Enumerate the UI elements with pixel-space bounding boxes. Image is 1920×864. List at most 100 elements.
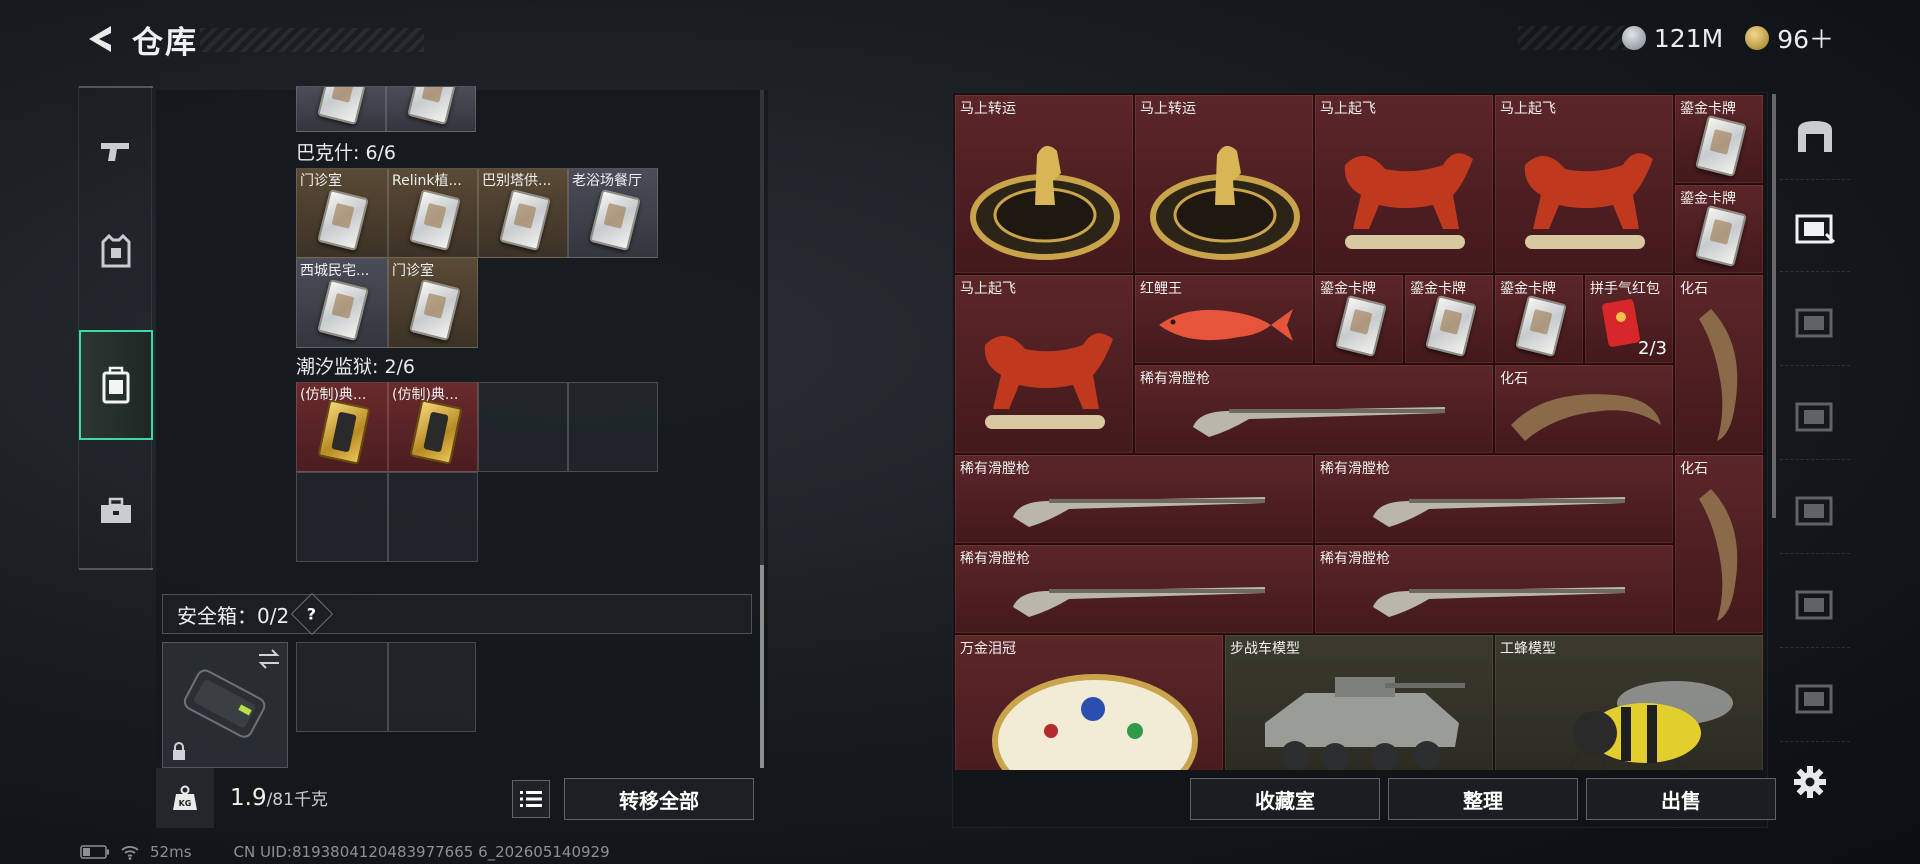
list-view-button[interactable] bbox=[512, 780, 550, 818]
item-name: 步战车模型 bbox=[1230, 641, 1300, 657]
warehouse-item[interactable]: 稀有滑膛枪 bbox=[1134, 364, 1494, 454]
category-rail bbox=[78, 86, 153, 570]
warehouse-item[interactable]: 工蜂模型 bbox=[1494, 634, 1764, 770]
gold-coin-icon bbox=[1745, 26, 1770, 50]
tab-toolbox[interactable] bbox=[79, 456, 153, 566]
backpack-item[interactable] bbox=[296, 86, 386, 132]
card-icon bbox=[317, 278, 369, 342]
backpack-item[interactable]: 巴别塔供... bbox=[478, 168, 568, 258]
item-name: (仿制)典... bbox=[392, 387, 459, 403]
item-name: 稀有滑膛枪 bbox=[1140, 371, 1210, 387]
group-label-bakesh: 巴克什: 6/6 bbox=[296, 142, 397, 164]
warehouse-item[interactable]: 化石 bbox=[1494, 364, 1674, 454]
organize-button[interactable]: 整理 bbox=[1388, 778, 1578, 820]
warehouse-scrollbar[interactable] bbox=[1772, 94, 1776, 518]
warehouse-item[interactable]: 鎏金卡牌 bbox=[1494, 274, 1584, 364]
warehouse-item[interactable]: 鎏金卡牌 bbox=[1674, 94, 1764, 184]
item-name: 门诊室 bbox=[392, 263, 434, 279]
safebox-help-button[interactable]: ? bbox=[290, 592, 334, 636]
backpack-item[interactable]: (仿制)典... bbox=[296, 382, 388, 472]
empty-slot[interactable] bbox=[388, 472, 478, 562]
item-name: 巴别塔供... bbox=[482, 173, 552, 189]
fossil-claw-icon bbox=[1511, 394, 1661, 441]
backpack-icon bbox=[102, 366, 130, 404]
item-name: 鎏金卡牌 bbox=[1410, 281, 1466, 297]
backpack-item[interactable]: 老浴场餐厅 bbox=[568, 168, 658, 258]
empty-slot[interactable] bbox=[568, 382, 658, 472]
weight-max: /81千克 bbox=[266, 790, 328, 810]
item-name: 拼手气红包 bbox=[1590, 281, 1660, 297]
item-name: 稀有滑膛枪 bbox=[1320, 551, 1390, 567]
warehouse-item[interactable]: 万金泪冠 bbox=[954, 634, 1224, 770]
storage-tab-box-6[interactable] bbox=[1780, 654, 1850, 742]
back-button[interactable] bbox=[78, 18, 122, 60]
warehouse-item[interactable]: 步战车模型 bbox=[1224, 634, 1494, 770]
backpack-scroll-thumb[interactable] bbox=[760, 565, 764, 770]
fortune-medallion-icon bbox=[970, 145, 1120, 260]
item-name: 马上起飞 bbox=[1500, 101, 1556, 117]
storage-tab-box-1[interactable] bbox=[1780, 184, 1850, 272]
empty-slot[interactable] bbox=[296, 472, 388, 562]
card-icon bbox=[409, 278, 461, 342]
warehouse-item[interactable]: 马上起飞 bbox=[954, 274, 1134, 454]
backpack-item[interactable]: Relink植... bbox=[388, 168, 478, 258]
item-count: 2/3 bbox=[1638, 338, 1667, 359]
warehouse-item[interactable]: 稀有滑膛枪 bbox=[954, 544, 1314, 634]
musket-icon bbox=[1373, 587, 1625, 617]
warehouse-item[interactable]: 鎏金卡牌 bbox=[1314, 274, 1404, 364]
transfer-all-button[interactable]: 转移全部 bbox=[564, 778, 754, 820]
storage-box-icon bbox=[1795, 402, 1833, 431]
warehouse-item[interactable]: 拼手气红包 2/3 bbox=[1584, 274, 1674, 364]
backpack-item[interactable]: 门诊室 bbox=[388, 258, 478, 348]
musket-icon bbox=[1013, 497, 1265, 527]
card-icon bbox=[317, 188, 369, 252]
storage-tab-box-5[interactable] bbox=[1780, 560, 1850, 648]
ping-value: 52ms bbox=[150, 843, 192, 861]
warehouse-item[interactable]: 马上转运 bbox=[954, 94, 1134, 274]
musket-icon bbox=[1013, 587, 1265, 617]
warehouse-item[interactable]: 马上起飞 bbox=[1494, 94, 1674, 274]
red-carp-icon bbox=[1159, 309, 1293, 341]
backpack-item[interactable] bbox=[386, 86, 476, 132]
worker-bee-model-icon bbox=[1565, 681, 1733, 770]
warehouse-item[interactable]: 稀有滑膛枪 bbox=[954, 454, 1314, 544]
storage-tab-box-3[interactable] bbox=[1780, 372, 1850, 460]
item-name: 门诊室 bbox=[300, 173, 342, 189]
safebox-slot[interactable] bbox=[388, 642, 476, 732]
fossil-claw-icon bbox=[1699, 309, 1738, 441]
tab-weapons[interactable] bbox=[79, 96, 153, 206]
tab-backpack[interactable] bbox=[79, 330, 153, 440]
tab-armor[interactable] bbox=[79, 196, 153, 306]
backpack-item[interactable]: 门诊室 bbox=[296, 168, 388, 258]
sell-button[interactable]: 出售 bbox=[1586, 778, 1776, 820]
storage-tab-main[interactable] bbox=[1780, 92, 1850, 180]
item-name: 化石 bbox=[1680, 281, 1708, 297]
safebox-slot[interactable] bbox=[296, 642, 388, 732]
help-icon: ? bbox=[307, 604, 317, 624]
list-icon bbox=[520, 791, 542, 807]
safebox-label: 安全箱：0/2 bbox=[177, 603, 290, 628]
item-name: 化石 bbox=[1680, 461, 1708, 477]
storage-tab-box-2[interactable] bbox=[1780, 278, 1850, 366]
warehouse-item[interactable]: 马上转运 bbox=[1134, 94, 1314, 274]
weight-current: 1.9 bbox=[230, 785, 267, 811]
warehouse-item[interactable]: 鎏金卡牌 bbox=[1404, 274, 1494, 364]
warehouse-item[interactable]: 马上起飞 bbox=[1314, 94, 1494, 274]
backpack-item[interactable]: (仿制)典... bbox=[388, 382, 478, 472]
empty-slot[interactable] bbox=[478, 382, 568, 472]
warehouse-item[interactable]: 鎏金卡牌 bbox=[1674, 184, 1764, 274]
card-icon bbox=[499, 188, 551, 252]
collection-room-button[interactable]: 收藏室 bbox=[1190, 778, 1380, 820]
backpack-item[interactable]: 西城民宅... bbox=[296, 258, 388, 348]
warehouse-item[interactable]: 化石 bbox=[1674, 454, 1764, 634]
item-name: 西城民宅... bbox=[300, 263, 370, 279]
settings-button[interactable] bbox=[1788, 760, 1832, 804]
warehouse-item[interactable]: 稀有滑膛枪 bbox=[1314, 544, 1674, 634]
warehouse-item[interactable]: 化石 bbox=[1674, 274, 1764, 454]
storage-box-icon bbox=[1795, 214, 1836, 243]
safebox-container[interactable] bbox=[162, 642, 288, 768]
storage-tab-box-4[interactable] bbox=[1780, 466, 1850, 554]
item-name: 鎏金卡牌 bbox=[1500, 281, 1556, 297]
warehouse-item[interactable]: 红鲤王 bbox=[1134, 274, 1314, 364]
warehouse-item[interactable]: 稀有滑膛枪 bbox=[1314, 454, 1674, 544]
